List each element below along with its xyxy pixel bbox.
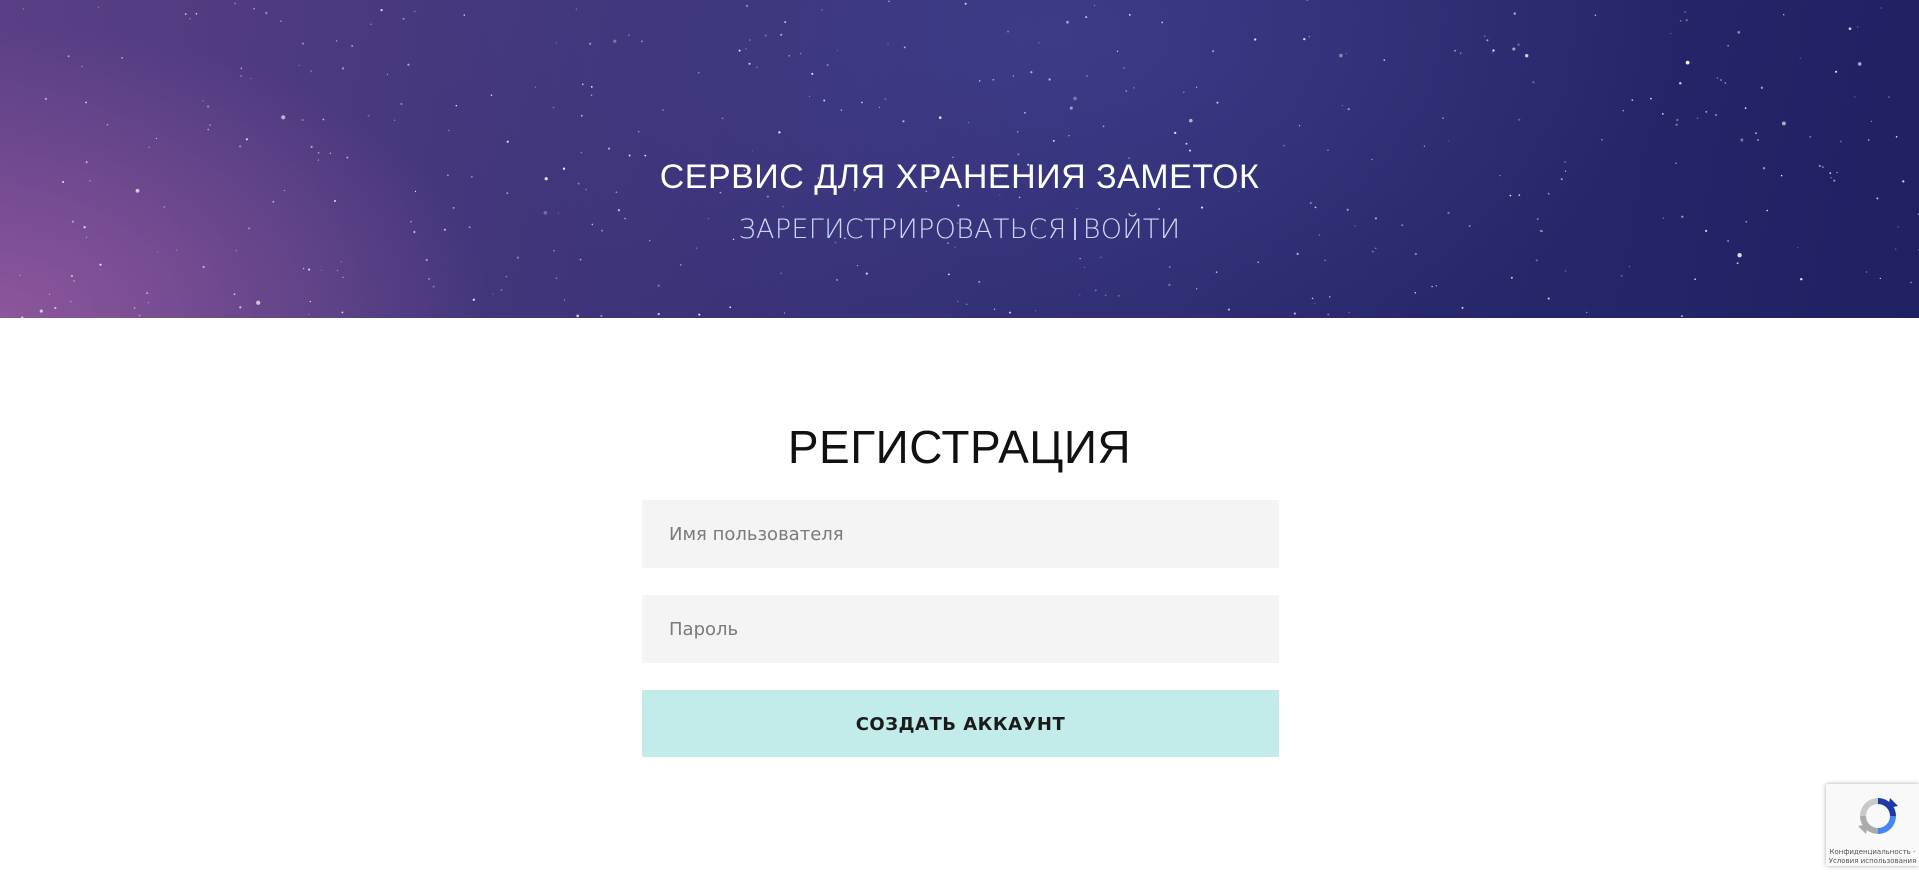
password-input[interactable] [642,595,1279,663]
create-account-button[interactable]: СОЗДАТЬ АККАУНТ [642,690,1279,757]
login-link[interactable]: ВОЙТИ [1083,214,1181,245]
recaptcha-logo-icon [1858,798,1898,834]
hero-banner: СЕРВИС ДЛЯ ХРАНЕНИЯ ЗАМЕТОК ЗАРЕГИСТРИРО… [0,0,1919,318]
form-title: РЕГИСТРАЦИЯ [787,421,1132,473]
username-input[interactable] [642,500,1279,568]
recaptcha-badge[interactable]: Конфиденциальность - Условия использован… [1826,784,1919,866]
register-link[interactable]: ЗАРЕГИСТРИРОВАТЬСЯ [739,214,1067,245]
recaptcha-terms[interactable]: Конфиденциальность - Условия использован… [1826,848,1919,866]
site-title: СЕРВИС ДЛЯ ХРАНЕНИЯ ЗАМЕТОК [659,158,1260,196]
auth-nav: ЗАРЕГИСТРИРОВАТЬСЯ ВОЙТИ [0,214,1919,245]
nav-separator [1073,218,1076,240]
